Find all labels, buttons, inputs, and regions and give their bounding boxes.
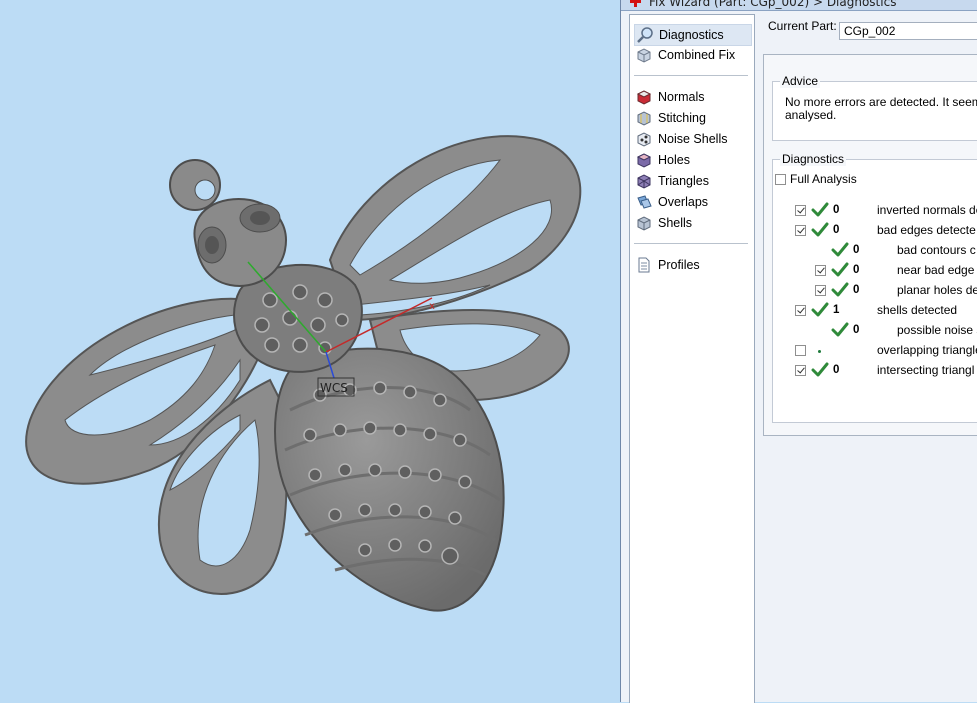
status-ok-check-icon [831, 322, 849, 337]
holes-cube-icon [636, 152, 652, 168]
status-ok-check-icon [811, 222, 829, 237]
app-cross-icon [630, 0, 641, 7]
row-checkbox[interactable] [795, 345, 806, 356]
fix-wizard-window: Fix Wizard (Part: CGp_002) > Diagnostics… [620, 0, 977, 703]
current-part-label: Current Part: [768, 19, 837, 33]
row-label: planar holes de [897, 283, 977, 297]
row-count: 0 [853, 244, 860, 256]
title-bar[interactable]: Fix Wizard (Part: CGp_002) > Diagnostics [621, 0, 977, 11]
advice-line-2: analysed. [785, 108, 837, 122]
row-count: 0 [833, 224, 840, 236]
nav-item-overlaps[interactable]: Overlaps [634, 192, 750, 212]
row-label: overlapping triangle [877, 343, 977, 357]
nav-item-shells[interactable]: Shells [634, 213, 750, 233]
row-count: 0 [833, 364, 840, 376]
status-ok-check-icon [831, 282, 849, 297]
row-checkbox[interactable] [795, 365, 806, 376]
row-checkbox[interactable] [795, 225, 806, 236]
nav-label: Normals [658, 90, 705, 104]
row-checkbox[interactable] [795, 305, 806, 316]
status-ok-check-icon [811, 362, 829, 377]
nav-divider [634, 243, 748, 244]
nav-label: Combined Fix [658, 48, 736, 62]
wizard-content: Current Part: CGp_002 Advice No more err… [760, 14, 977, 702]
current-part-select[interactable]: CGp_002 [839, 22, 977, 40]
row-label: intersecting triangl [877, 363, 975, 377]
row-count: 0 [853, 284, 860, 296]
wcs-label: WCS [320, 381, 348, 395]
advice-title: Advice [780, 74, 821, 88]
window-title: Fix Wizard (Part: CGp_002) > Diagnostics [649, 0, 897, 9]
nav-item-normals[interactable]: Normals [634, 87, 750, 107]
status-ok-check-icon [831, 242, 849, 257]
nav-label: Triangles [658, 174, 709, 188]
noise-shells-icon [636, 131, 652, 147]
status-pending-icon [818, 350, 821, 353]
nav-label: Overlaps [658, 195, 709, 209]
diagnostics-panel: Advice No more errors are detected. It s… [763, 54, 977, 436]
nav-item-combined-fix[interactable]: Combined Fix [634, 45, 750, 65]
nav-label: Noise Shells [658, 132, 728, 146]
row-label: near bad edge [897, 263, 975, 277]
advice-group: Advice No more errors are detected. It s… [772, 74, 977, 141]
row-count: 1 [833, 304, 840, 316]
status-ok-check-icon [811, 202, 829, 217]
advice-text: No more errors are detected. It seems t … [785, 96, 977, 122]
row-label: bad edges detecte [877, 223, 976, 237]
document-icon [636, 257, 652, 273]
row-checkbox[interactable] [795, 205, 806, 216]
row-label: inverted normals de [877, 203, 977, 217]
bee-pendant-model[interactable]: x WCS [0, 0, 620, 702]
nav-divider [634, 75, 748, 76]
full-analysis-label: Full Analysis [790, 172, 857, 186]
cube-icon [636, 47, 652, 63]
shells-cube-icon [636, 215, 652, 231]
row-checkbox[interactable] [815, 265, 826, 276]
nav-item-noise-shells[interactable]: Noise Shells [634, 129, 750, 149]
row-count: 0 [853, 324, 860, 336]
diagnostics-title: Diagnostics [780, 152, 847, 166]
nav-item-holes[interactable]: Holes [634, 150, 750, 170]
nav-item-profiles[interactable]: Profiles [634, 255, 750, 275]
nav-label: Diagnostics [659, 28, 724, 42]
row-count: 0 [853, 264, 860, 276]
nav-label: Stitching [658, 111, 706, 125]
row-label: possible noise s [897, 323, 977, 337]
nav-label: Shells [658, 216, 693, 230]
status-ok-check-icon [831, 262, 849, 277]
nav-item-diagnostics[interactable]: Diagnostics [634, 24, 752, 46]
stitching-cube-icon [636, 110, 652, 126]
nav-item-stitching[interactable]: Stitching [634, 108, 750, 128]
status-ok-check-icon [811, 302, 829, 317]
nav-item-triangles[interactable]: Triangles [634, 171, 750, 191]
axis-x-label: x [429, 301, 435, 312]
nav-label: Holes [658, 153, 690, 167]
row-count: 0 [833, 204, 840, 216]
row-label: shells detected [877, 303, 958, 317]
3d-viewport[interactable]: x WCS [0, 0, 620, 702]
wizard-nav: Diagnostics Combined Fix Normals Stitchi… [629, 14, 755, 703]
overlaps-icon [636, 194, 652, 210]
row-label: bad contours c [897, 243, 976, 257]
triangles-cube-icon [636, 173, 652, 189]
nav-label: Profiles [658, 258, 700, 272]
row-checkbox[interactable] [815, 285, 826, 296]
magnifier-icon [637, 27, 653, 43]
full-analysis-checkbox[interactable] [775, 174, 786, 185]
normals-cube-icon [636, 89, 652, 105]
diagnostics-group: Diagnostics Full Analysis 0 inverted norm… [772, 152, 977, 423]
